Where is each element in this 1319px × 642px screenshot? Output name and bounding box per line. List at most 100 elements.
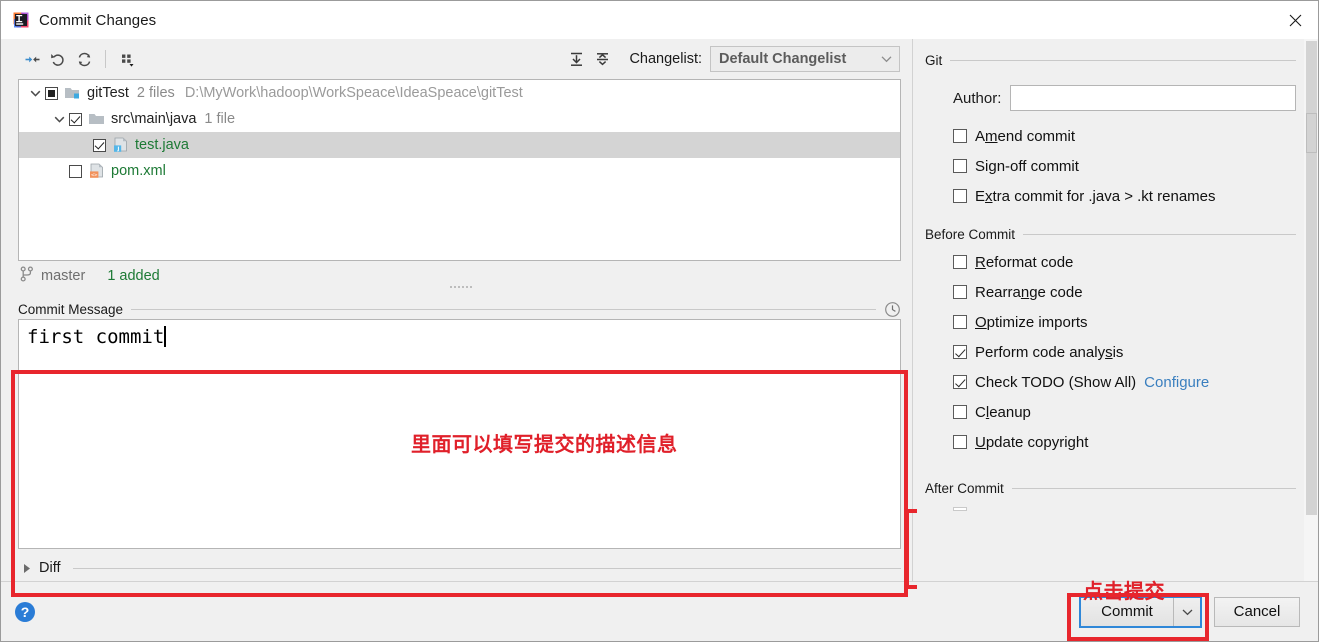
after-commit-clipped-row[interactable] (925, 501, 1296, 517)
changes-panel: Changelist: Default Changelist gitTest 2 … (1, 39, 912, 581)
author-input[interactable] (1010, 85, 1296, 111)
tree-row[interactable]: gitTest 2 files D:\MyWork\hadoop\WorkSpeac… (19, 80, 900, 106)
option-row-cleanup[interactable]: Cleanup (925, 397, 1296, 427)
checkbox-perform-code-analysis[interactable] (953, 345, 967, 359)
tree-row-name: test.java (135, 137, 189, 153)
chevron-down-icon[interactable] (1174, 597, 1200, 626)
tree-row-checkbox[interactable] (69, 112, 82, 126)
branch-name: master (41, 268, 86, 284)
checkbox-update-copyright[interactable] (953, 435, 967, 449)
changes-toolbar: Changelist: Default Changelist (1, 39, 912, 79)
option-row-rearrange-code[interactable]: Rearrange code (925, 277, 1296, 307)
commit-message-title: Commit Message (18, 301, 124, 317)
option-row-sign-off-commit[interactable]: Sign-off commit (925, 151, 1296, 181)
git-group-header: Git (925, 51, 1296, 69)
refresh-icon[interactable] (71, 46, 97, 72)
label-cleanup: Cleanup (975, 403, 1031, 421)
section-rule (131, 308, 876, 310)
author-label: Author: (953, 89, 1002, 107)
tree-row-checkbox[interactable] (69, 164, 82, 178)
checkbox-optimize-imports[interactable] (953, 315, 967, 329)
before-commit-group-header: Before Commit (925, 225, 1296, 243)
changelist-combobox[interactable]: Default Changelist (710, 46, 900, 72)
changed-files-tree[interactable]: gitTest 2 files D:\MyWork\hadoop\WorkSpeac… (18, 79, 901, 261)
options-scrollbar-thumb[interactable] (1306, 41, 1317, 515)
commit-message-input[interactable]: first commit 里面可以填写提交的描述信息 (18, 319, 901, 549)
checkbox-reformat-code[interactable] (953, 255, 967, 269)
collapse-arrows-icon[interactable] (19, 46, 45, 72)
options-scrollbar[interactable] (1304, 39, 1318, 581)
checkbox-check-todo[interactable] (953, 375, 967, 389)
branch-status-bar: master 1 added (1, 261, 912, 291)
dialog-body: Changelist: Default Changelist gitTest 2 … (1, 39, 1318, 603)
expand-all-icon[interactable] (563, 46, 589, 72)
link-configure[interactable]: Configure (1144, 374, 1209, 391)
option-row-perform-code-analysis[interactable]: Perform code analysis (925, 337, 1296, 367)
section-rule (950, 59, 1296, 61)
option-row-update-copyright[interactable]: Update copyright (925, 427, 1296, 457)
label-rearrange-code: Rearrange code (975, 283, 1083, 301)
checkbox-rearrange-code[interactable] (953, 285, 967, 299)
option-row-optimize-imports[interactable]: Optimize imports (925, 307, 1296, 337)
option-row-reformat-code[interactable]: Reformat code (925, 247, 1296, 277)
text-caret (164, 326, 166, 347)
label-extra-commit-renames: Extra commit for .java > .kt renames (975, 187, 1216, 205)
folder-icon (88, 111, 106, 127)
checkbox-extra-commit-renames[interactable] (953, 189, 967, 203)
help-icon[interactable]: ? (15, 601, 35, 622)
module-folder-icon (64, 85, 82, 101)
commit-options-panel: Git Author: Amend commit Sign-off commit E… (912, 39, 1318, 581)
checkbox[interactable] (953, 507, 967, 511)
commit-message-text: first commit (27, 326, 166, 348)
option-row-check-todo[interactable]: Check TODO (Show All) Configure (925, 367, 1296, 397)
chevron-down-icon[interactable] (49, 106, 69, 132)
chevron-down-icon[interactable] (25, 80, 45, 106)
group-by-icon[interactable] (114, 46, 140, 72)
tree-row-checkbox[interactable] (93, 138, 106, 152)
label-optimize-imports: Optimize imports (975, 313, 1088, 331)
xml-file-icon: <> (88, 163, 106, 179)
revert-icon[interactable] (45, 46, 71, 72)
checkbox-amend-commit[interactable] (953, 129, 967, 143)
close-icon[interactable] (1272, 1, 1318, 39)
git-branch-icon (20, 266, 34, 286)
checkbox-sign-off-commit[interactable] (953, 159, 967, 173)
commit-changes-dialog: Commit Changes Changelist: Default Chang… (0, 0, 1319, 642)
option-row-extra-commit-renames[interactable]: Extra commit for .java > .kt renames (925, 181, 1296, 211)
section-rule (72, 567, 901, 569)
after-commit-group-header: After Commit (925, 479, 1296, 497)
tree-row[interactable]: src\main\java 1 file (19, 106, 900, 132)
tree-row-file-count: 2 files (136, 85, 175, 101)
chevron-right-icon[interactable] (18, 559, 36, 577)
label-amend-commit: Amend commit (975, 127, 1076, 145)
label-update-copyright: Update copyright (975, 433, 1089, 451)
git-group-title: Git (925, 52, 943, 68)
tree-row-file-count: 1 file (204, 111, 236, 127)
commit-message-header: Commit Message (18, 299, 901, 319)
diff-section-toggle[interactable]: Diff (1, 555, 912, 581)
collapse-all-icon[interactable] (589, 46, 615, 72)
commit-message-section: Commit Message first commit 里面可以填写提交的描述信… (18, 299, 901, 549)
clock-history-icon[interactable] (884, 301, 901, 318)
checkbox-cleanup[interactable] (953, 405, 967, 419)
scrollbar-thumb-grip (1306, 113, 1317, 153)
vertical-splitter-handle[interactable] (439, 283, 483, 291)
title-bar: Commit Changes (1, 1, 1318, 39)
toolbar-right-group: Changelist: Default Changelist (563, 46, 900, 72)
toolbar-separator (105, 50, 106, 68)
tree-row[interactable]: test.java (19, 132, 900, 158)
changelist-selected-value: Default Changelist (719, 51, 847, 67)
chevron-down-icon (873, 55, 899, 63)
cancel-button[interactable]: Cancel (1214, 596, 1300, 627)
label-sign-off-commit: Sign-off commit (975, 157, 1079, 175)
tree-row-path: D:\MyWork\hadoop\WorkSpeace\IdeaSpeace\g… (184, 85, 523, 101)
tree-row[interactable]: <> pom.xml (19, 158, 900, 184)
tree-row-name: gitTest (87, 85, 129, 101)
tree-row-name: src\main\java (111, 111, 197, 127)
svg-text:<>: <> (91, 172, 98, 178)
section-rule (1023, 233, 1296, 235)
tree-row-checkbox[interactable] (45, 86, 58, 100)
option-row-amend-commit[interactable]: Amend commit (925, 121, 1296, 151)
section-rule (1011, 487, 1296, 489)
java-file-icon (112, 137, 130, 153)
